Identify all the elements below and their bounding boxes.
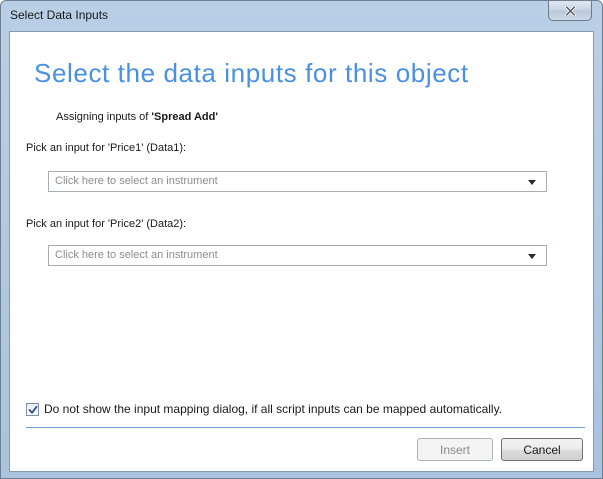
auto-map-checkbox[interactable] — [26, 402, 39, 416]
page-title: Select the data inputs for this object — [34, 58, 469, 88]
divider — [26, 427, 585, 428]
object-name: 'Spread Add' — [151, 111, 218, 123]
price2-select[interactable]: Click here to select an instrument — [48, 245, 547, 266]
check-icon — [28, 405, 38, 414]
price1-select[interactable]: Click here to select an instrument — [48, 171, 547, 192]
window-title: Select Data Inputs — [10, 8, 109, 22]
cancel-button[interactable]: Cancel — [501, 438, 583, 461]
price1-label: Pick an input for 'Price1' (Data1): — [26, 142, 187, 154]
title-bar[interactable]: Select Data Inputs — [1, 1, 602, 31]
auto-map-option[interactable]: Do not show the input mapping dialog, if… — [26, 402, 502, 416]
price2-label: Pick an input for 'Price2' (Data2): — [26, 218, 187, 230]
price2-placeholder: Click here to select an instrument — [55, 249, 218, 261]
chevron-down-icon — [528, 254, 536, 259]
dialog-window: Select Data Inputs Select the data input… — [0, 0, 603, 479]
assigning-info: Assigning inputs of 'Spread Add' — [56, 111, 218, 123]
price1-placeholder: Click here to select an instrument — [55, 175, 218, 187]
chevron-down-icon — [528, 180, 536, 185]
close-button[interactable] — [548, 1, 592, 21]
dialog-content: Select the data inputs for this object A… — [9, 31, 594, 472]
close-icon — [564, 5, 576, 16]
auto-map-label: Do not show the input mapping dialog, if… — [44, 402, 503, 416]
assigning-prefix: Assigning inputs of — [56, 111, 152, 123]
insert-button[interactable]: Insert — [417, 438, 493, 461]
